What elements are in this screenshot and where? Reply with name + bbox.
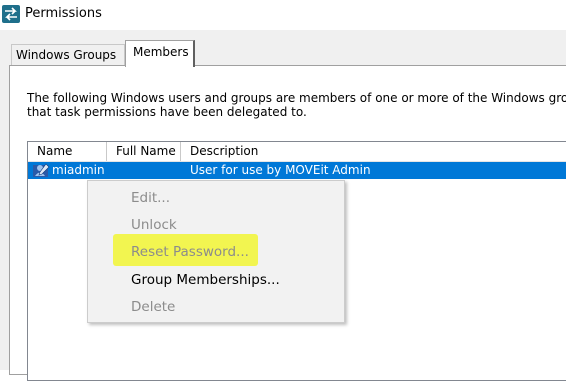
column-header-full-name[interactable]: Full Name [107, 142, 181, 161]
column-header-name[interactable]: Name [28, 142, 107, 161]
menu-item-delete[interactable]: Delete [88, 295, 344, 319]
window-title: Permissions [25, 6, 102, 21]
title-bar: Permissions [0, 0, 566, 30]
user-icon [33, 163, 50, 177]
description-line-1: The following Windows users and groups a… [27, 91, 566, 105]
tab-windows-groups[interactable]: Windows Groups [11, 44, 125, 65]
tab-members[interactable]: Members [125, 40, 195, 67]
swap-arrows-icon [2, 5, 20, 23]
list-row-miadmin[interactable]: miadmin User for use by MOVEit Admin [28, 162, 566, 179]
context-menu: Edit... Unlock Reset Password... Group M… [87, 180, 345, 323]
members-description: The following Windows users and groups a… [27, 91, 566, 119]
menu-item-unlock[interactable]: Unlock [88, 213, 344, 237]
description-line-2: that task permissions have been delegate… [27, 105, 307, 119]
column-header-description[interactable]: Description [181, 142, 566, 161]
menu-item-group-memberships[interactable]: Group Memberships... [88, 268, 344, 292]
list-header: Name Full Name Description [28, 142, 566, 162]
menu-item-reset-password[interactable]: Reset Password... [88, 240, 344, 264]
menu-item-edit[interactable]: Edit... [88, 186, 344, 210]
row-description: User for use by MOVEit Admin [190, 163, 371, 177]
row-name: miadmin [52, 163, 105, 177]
